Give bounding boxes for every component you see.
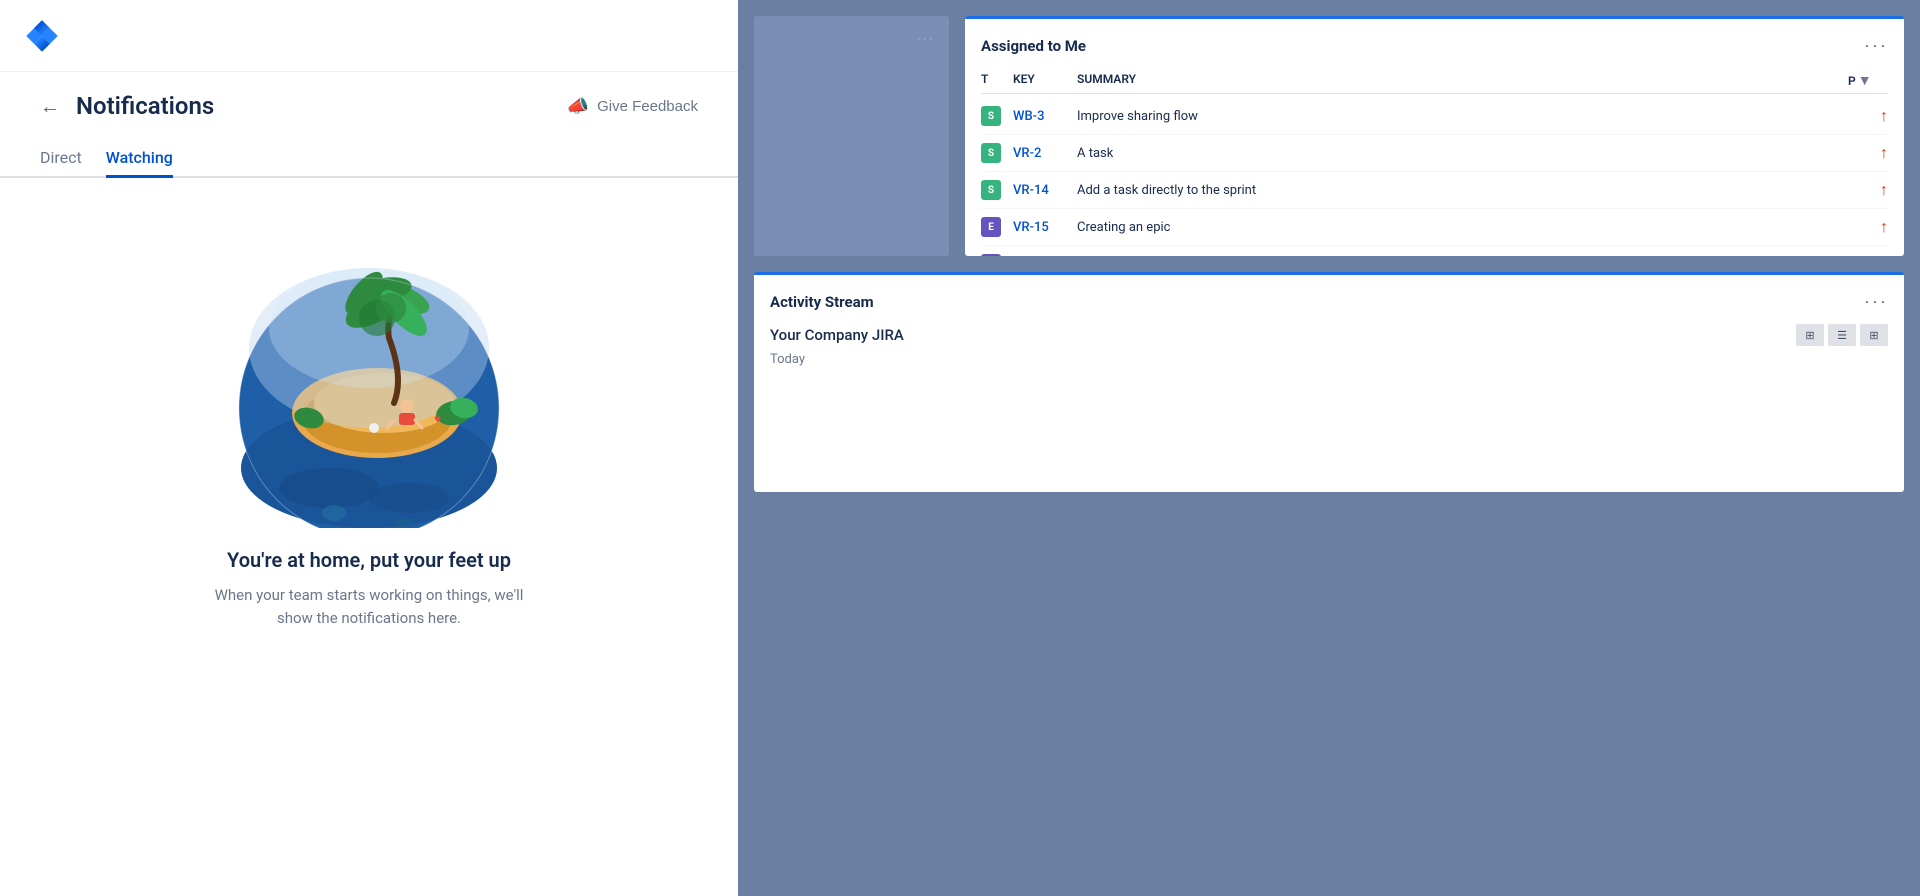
- list-view-button[interactable]: ☰: [1828, 324, 1856, 346]
- priority-cell: ↑: [1848, 143, 1888, 163]
- dashboard-panel: ··· ··· Assigned to Me ··· T Key Summary: [738, 0, 1920, 896]
- empty-state: ♥ You're at home, put your feet up When …: [0, 178, 738, 896]
- priority-high-icon: ↑: [1880, 106, 1888, 126]
- table-row[interactable]: S VR-14 Add a task directly to the sprin…: [981, 172, 1888, 209]
- key-cell: VR-15: [1013, 220, 1073, 235]
- give-feedback-button[interactable]: 📣 Give Feedback: [567, 96, 698, 117]
- rss-view-button[interactable]: ⊞: [1860, 324, 1888, 346]
- notifications-panel: ← Notifications 📣 Give Feedback Direct W…: [0, 0, 738, 896]
- assigned-to-me-card: Assigned to Me ··· T Key Summary P ▼ S W…: [965, 16, 1904, 256]
- summary-cell: A task: [1077, 146, 1844, 161]
- col-p-header: P ▼: [1848, 72, 1888, 89]
- activity-date: Today: [770, 352, 1888, 367]
- island-illustration: ♥: [229, 218, 509, 528]
- priority-high-icon: ↑: [1880, 143, 1888, 163]
- table-row[interactable]: E VR-15 Creating an epic ↑: [981, 209, 1888, 246]
- type-story-icon: S: [981, 180, 1001, 200]
- type-epic-icon: E: [981, 217, 1001, 237]
- priority-low-icon: ↓: [1880, 254, 1888, 256]
- svg-text:♥: ♥: [434, 412, 441, 426]
- assigned-card-menu-button[interactable]: ···: [1864, 35, 1888, 56]
- tab-watching[interactable]: Watching: [106, 140, 173, 178]
- priority-high-icon: ↑: [1880, 217, 1888, 237]
- table-header: T Key Summary P ▼: [981, 68, 1888, 94]
- table-row[interactable]: S VR-2 A task ↑: [981, 135, 1888, 172]
- priority-cell: ↑: [1848, 106, 1888, 126]
- partial-card-dots[interactable]: ···: [916, 30, 935, 49]
- tabs-container: Direct Watching: [0, 128, 738, 178]
- summary-cell: Improve sharing flow: [1077, 109, 1844, 124]
- activity-card-menu-button[interactable]: ···: [1864, 291, 1888, 312]
- dashboard-content: ··· Assigned to Me ··· T Key Summary P ▼: [738, 0, 1920, 896]
- header-left: ← Notifications: [40, 92, 214, 120]
- assigned-card-title: Assigned to Me: [981, 37, 1086, 55]
- activity-card-header: Activity Stream ···: [770, 291, 1888, 312]
- table-row[interactable]: S WB-3 Improve sharing flow ↑: [981, 98, 1888, 135]
- activity-view-icons: ⊞ ☰ ⊞: [1796, 324, 1888, 346]
- give-feedback-label: Give Feedback: [597, 98, 698, 115]
- type-story-icon: S: [981, 143, 1001, 163]
- back-button[interactable]: ←: [40, 94, 60, 119]
- priority-cell: ↑: [1848, 217, 1888, 237]
- activity-company-name: Your Company JIRA: [770, 326, 904, 344]
- col-t-header: T: [981, 72, 1009, 89]
- top-bar: [0, 0, 738, 72]
- table-row[interactable]: E WB-4 I forgot what an epic actually is…: [981, 246, 1888, 256]
- summary-cell: Add a task directly to the sprint: [1077, 183, 1844, 198]
- megaphone-icon: 📣: [567, 96, 589, 117]
- activity-stream-card: Activity Stream ··· Your Company JIRA ⊞ …: [754, 272, 1904, 492]
- summary-cell: Creating an epic: [1077, 220, 1844, 235]
- col-key-header: Key: [1013, 72, 1073, 89]
- key-cell: VR-14: [1013, 183, 1073, 198]
- card-header: Assigned to Me ···: [981, 35, 1888, 56]
- grid-view-button[interactable]: ⊞: [1796, 324, 1824, 346]
- page-title: Notifications: [76, 92, 214, 120]
- key-cell: WB-3: [1013, 109, 1073, 124]
- sort-icon[interactable]: ▼: [1858, 72, 1872, 89]
- tab-direct[interactable]: Direct: [40, 140, 82, 178]
- activity-card-title: Activity Stream: [770, 293, 874, 311]
- dashboard-top-row: ··· Assigned to Me ··· T Key Summary P ▼: [754, 16, 1904, 256]
- empty-state-title: You're at home, put your feet up: [227, 548, 511, 572]
- key-cell: VR-2: [1013, 146, 1073, 161]
- jira-logo-icon: [24, 18, 60, 54]
- activity-sub-row: Your Company JIRA ⊞ ☰ ⊞: [770, 324, 1888, 346]
- type-story-icon: S: [981, 106, 1001, 126]
- priority-cell: ↓: [1848, 254, 1888, 256]
- col-summary-header: Summary: [1077, 72, 1844, 89]
- notifications-header: ← Notifications 📣 Give Feedback: [0, 72, 738, 120]
- priority-high-icon: ↑: [1880, 180, 1888, 200]
- type-epic-icon: E: [981, 254, 1001, 256]
- empty-state-subtitle: When your team starts working on things,…: [215, 584, 524, 629]
- priority-cell: ↑: [1848, 180, 1888, 200]
- partial-card-left: ···: [754, 16, 949, 256]
